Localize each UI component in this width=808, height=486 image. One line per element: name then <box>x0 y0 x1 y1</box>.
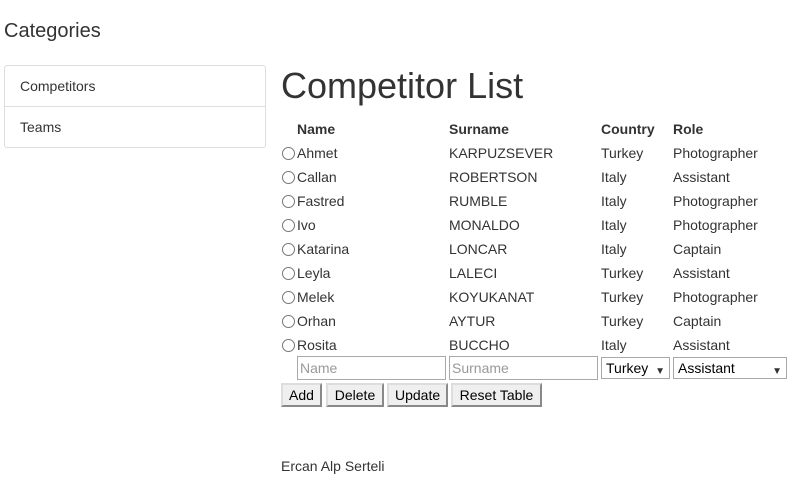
column-header-role: Role <box>673 121 704 137</box>
role-select-value: Assistant <box>678 360 735 376</box>
country-select[interactable]: Turkey ▼ <box>601 357 670 379</box>
cell-country: Italy <box>601 337 627 353</box>
new-competitor-form: Turkey ▼ Assistant ▼ <box>281 356 801 382</box>
sidebar-title: Categories <box>4 20 101 42</box>
cell-country: Turkey <box>601 313 644 329</box>
cell-name: Rosita <box>297 337 337 353</box>
cell-country: Italy <box>601 241 627 257</box>
reset-table-button[interactable]: Reset Table <box>451 383 542 407</box>
add-button[interactable]: Add <box>281 383 322 407</box>
cell-role: Assistant <box>673 169 730 185</box>
category-list: Competitors Teams <box>4 65 266 148</box>
cell-surname: LONCAR <box>449 241 508 257</box>
cell-surname: KOYUKANAT <box>449 289 535 305</box>
category-item-teams[interactable]: Teams <box>5 106 265 147</box>
row-radio[interactable] <box>282 291 295 304</box>
cell-country: Turkey <box>601 289 644 305</box>
role-select[interactable]: Assistant ▼ <box>673 357 787 379</box>
cell-surname: LALECI <box>449 265 498 281</box>
cell-name: Ahmet <box>297 145 338 161</box>
country-select-value: Turkey <box>606 360 649 376</box>
row-radio[interactable] <box>282 267 295 280</box>
surname-input[interactable] <box>449 356 598 380</box>
cell-name: Katarina <box>297 241 350 257</box>
cell-role: Captain <box>673 313 722 329</box>
cell-name: Orhan <box>297 313 336 329</box>
cell-surname: AYTUR <box>449 313 496 329</box>
column-header-name: Name <box>297 121 336 137</box>
cell-role: Assistant <box>673 337 730 353</box>
column-header-country: Country <box>601 121 655 137</box>
cell-country: Turkey <box>601 265 644 281</box>
row-radio[interactable] <box>282 171 295 184</box>
cell-country: Turkey <box>601 145 644 161</box>
row-radio[interactable] <box>282 195 295 208</box>
cell-surname: RUMBLE <box>449 193 508 209</box>
cell-role: Photographer <box>673 193 758 209</box>
cell-role: Captain <box>673 241 722 257</box>
cell-role: Photographer <box>673 145 758 161</box>
chevron-down-icon: ▼ <box>772 366 782 377</box>
footer-author: Ercan Alp Serteli <box>281 458 385 474</box>
cell-name: Leyla <box>297 265 331 281</box>
cell-name: Melek <box>297 289 335 305</box>
chevron-down-icon: ▼ <box>655 366 665 377</box>
cell-country: Italy <box>601 193 627 209</box>
cell-surname: MONALDO <box>449 217 520 233</box>
cell-name: Fastred <box>297 193 345 209</box>
cell-surname: ROBERTSON <box>449 169 538 185</box>
cell-role: Photographer <box>673 217 758 233</box>
column-header-surname: Surname <box>449 121 509 137</box>
name-input[interactable] <box>297 356 446 380</box>
update-button[interactable]: Update <box>387 383 448 407</box>
row-radio[interactable] <box>282 243 295 256</box>
cell-name: Ivo <box>297 217 316 233</box>
cell-role: Assistant <box>673 265 730 281</box>
cell-name: Callan <box>297 169 337 185</box>
cell-country: Italy <box>601 217 627 233</box>
cell-country: Italy <box>601 169 627 185</box>
page-title: Competitor List <box>281 65 524 106</box>
cell-role: Photographer <box>673 289 758 305</box>
cell-surname: BUCCHO <box>449 337 510 353</box>
row-radio[interactable] <box>282 219 295 232</box>
delete-button[interactable]: Delete <box>326 383 384 407</box>
cell-surname: KARPUZSEVER <box>449 145 554 161</box>
row-radio[interactable] <box>282 339 295 352</box>
row-radio[interactable] <box>282 315 295 328</box>
row-radio[interactable] <box>282 147 295 160</box>
category-item-competitors[interactable]: Competitors <box>5 66 265 106</box>
